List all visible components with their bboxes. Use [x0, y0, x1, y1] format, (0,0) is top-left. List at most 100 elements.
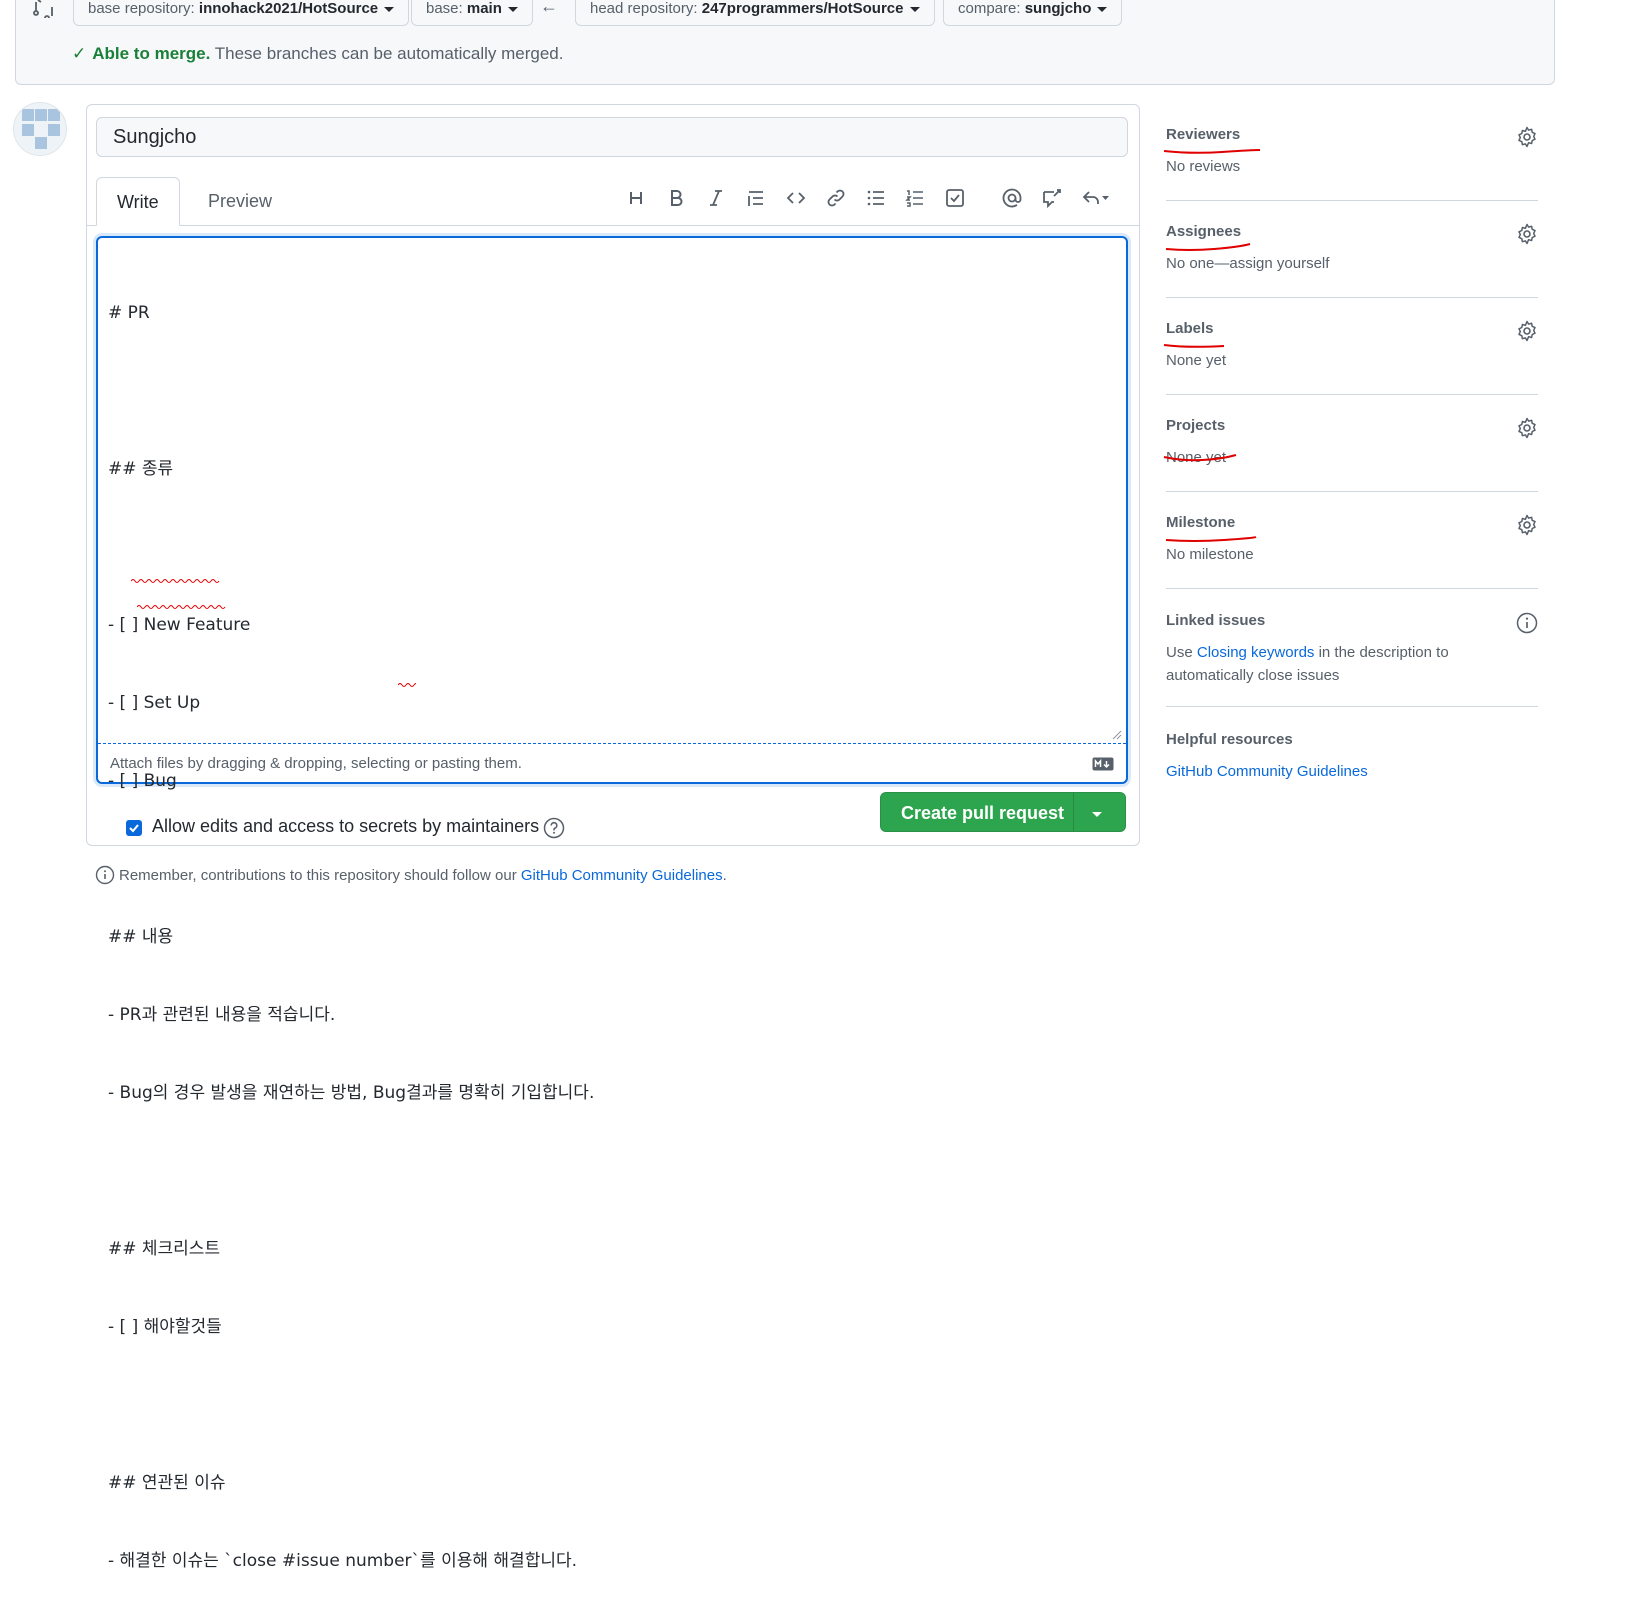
body-line: [108, 1392, 1108, 1418]
base-branch-dropdown[interactable]: base: main: [411, 0, 533, 26]
red-annotation-mark: [1163, 149, 1261, 154]
pr-body-text: # PR ## 종류 - [ ] New Feature - [ ] Set U…: [108, 248, 1108, 1600]
body-line: - 해결한 이슈는 `close #issue number`를 이용해 해결합…: [108, 1551, 578, 1571]
ordered-list-icon[interactable]: [900, 183, 930, 213]
remember-suffix: .: [722, 866, 727, 884]
reply-icon[interactable]: [1076, 183, 1116, 213]
gear-icon[interactable]: [1516, 320, 1538, 342]
arrow-left-icon: ←: [540, 0, 558, 16]
milestone-title[interactable]: Milestone: [1166, 514, 1235, 531]
tab-write[interactable]: Write: [96, 177, 180, 226]
sidebar-divider: [1166, 588, 1538, 589]
head-repository-value: 247programmers/HotSource: [701, 0, 904, 17]
assignees-title[interactable]: Assignees: [1166, 223, 1241, 240]
sidebar-divider: [1166, 491, 1538, 492]
linked-issues-help: Use Closing keywords in the description …: [1166, 641, 1449, 687]
body-line: - [ ] 해야할것들: [108, 1317, 222, 1337]
spellcheck-underline: [137, 605, 226, 609]
community-guidelines-link[interactable]: GitHub Community Guidelines: [1166, 763, 1368, 780]
pr-title-input[interactable]: Sungjcho: [96, 117, 1128, 157]
body-line: [108, 1158, 1108, 1184]
community-guidelines-link[interactable]: GitHub Community Guidelines: [521, 867, 723, 884]
linked-suffix: in the description to: [1318, 644, 1449, 661]
resize-handle-icon[interactable]: [1112, 730, 1122, 740]
cross-reference-icon[interactable]: [1037, 183, 1067, 213]
base-repository-dropdown[interactable]: base repository: innohack2021/HotSource: [73, 0, 410, 26]
allow-edits-label[interactable]: Allow edits and access to secrets by mai…: [152, 816, 539, 837]
linked-suffix-2: automatically close issues: [1166, 667, 1340, 684]
base-repository-prefix: base repository:: [88, 0, 195, 17]
labels-value: None yet: [1166, 352, 1227, 369]
body-line: ## 연관된 이슈: [108, 1473, 226, 1493]
bold-icon[interactable]: [661, 183, 691, 213]
allow-edits-checkbox[interactable]: [126, 820, 142, 836]
body-line: ## 체크리스트: [108, 1239, 221, 1259]
heading-icon[interactable]: [621, 183, 651, 213]
create-options-dropdown[interactable]: [1092, 803, 1102, 824]
sidebar-linked-issues: Linked issues Use Closing keywords in th…: [1166, 612, 1538, 712]
body-line: - [ ] Set Up: [108, 693, 201, 713]
tab-preview[interactable]: Preview: [188, 177, 292, 226]
merge-status: ✓ Able to merge. These branches can be au…: [72, 44, 563, 64]
identicon-icon: [22, 109, 60, 149]
closing-keywords-link[interactable]: Closing keywords: [1197, 644, 1315, 661]
sidebar-helpful-resources: Helpful resources GitHub Community Guide…: [1166, 731, 1536, 791]
sidebar-divider: [1166, 706, 1538, 707]
contribution-reminder: Remember, contributions to this reposito…: [95, 865, 727, 885]
create-pull-request-label: Create pull request: [901, 803, 1065, 823]
sidebar-divider: [1166, 394, 1538, 395]
projects-title[interactable]: Projects: [1166, 417, 1225, 434]
create-pull-request-button[interactable]: Create pull request: [880, 792, 1126, 832]
chevron-down-icon: [507, 6, 518, 12]
gear-icon[interactable]: [1516, 514, 1538, 536]
mention-icon[interactable]: [997, 183, 1027, 213]
compare-branch-prefix: compare:: [958, 0, 1021, 17]
code-icon[interactable]: [781, 183, 811, 213]
compare-branch-dropdown[interactable]: compare: sungjcho: [943, 0, 1123, 26]
head-repository-dropdown[interactable]: head repository: 247programmers/HotSourc…: [575, 0, 935, 26]
chevron-down-icon: [1097, 6, 1108, 12]
sidebar-reviewers: Reviewers No reviews: [1163, 126, 1538, 206]
body-line: - Bug의 경우 발생을 재연하는 방법, Bug결과를 명확히 기입합니다.: [108, 1083, 595, 1103]
linked-prefix: Use: [1166, 644, 1193, 661]
red-annotation-mark: [1165, 243, 1251, 251]
spellcheck-underline: [131, 579, 220, 583]
body-line: ## 종류: [108, 459, 174, 479]
reviewers-title[interactable]: Reviewers: [1166, 126, 1240, 143]
sidebar-projects: Projects None yet: [1163, 417, 1538, 497]
merge-status-message: These branches can be automatically merg…: [214, 44, 564, 63]
avatar[interactable]: [13, 102, 67, 156]
chevron-down-icon: [1092, 811, 1102, 817]
red-annotation-mark: [1165, 536, 1257, 542]
gear-icon[interactable]: [1516, 417, 1538, 439]
compare-branch-value: sungjcho: [1024, 0, 1092, 17]
sidebar-labels: Labels None yet: [1163, 320, 1538, 400]
link-icon[interactable]: [821, 183, 851, 213]
helpful-resources-title: Helpful resources: [1166, 731, 1293, 748]
reviewers-value: No reviews: [1166, 158, 1241, 175]
task-list-icon[interactable]: [940, 183, 970, 213]
quote-icon[interactable]: [741, 183, 771, 213]
labels-title[interactable]: Labels: [1166, 320, 1214, 337]
check-icon: ✓: [72, 44, 87, 63]
attach-files-hint[interactable]: Attach files by dragging & dropping, sel…: [110, 755, 522, 772]
gear-icon[interactable]: [1516, 126, 1538, 148]
git-compare-icon: [33, 0, 53, 18]
attach-divider: [98, 743, 1126, 744]
italic-icon[interactable]: [701, 183, 731, 213]
milestone-value: No milestone: [1166, 546, 1254, 563]
linked-issues-title: Linked issues: [1166, 612, 1266, 629]
button-divider: [1073, 793, 1074, 831]
info-icon[interactable]: [1516, 612, 1538, 634]
sidebar-divider: [1166, 297, 1538, 298]
red-annotation-mark: [1163, 454, 1237, 462]
body-line: - [ ] New Feature: [108, 615, 251, 635]
gear-icon[interactable]: [1516, 223, 1538, 245]
assignees-value[interactable]: No one—assign yourself: [1166, 255, 1329, 272]
question-icon[interactable]: [543, 817, 565, 839]
check-icon: [129, 824, 139, 833]
merge-status-ok: Able to merge.: [92, 44, 211, 63]
red-annotation-mark: [1163, 344, 1225, 348]
base-branch-value: main: [466, 0, 502, 17]
unordered-list-icon[interactable]: [861, 183, 891, 213]
